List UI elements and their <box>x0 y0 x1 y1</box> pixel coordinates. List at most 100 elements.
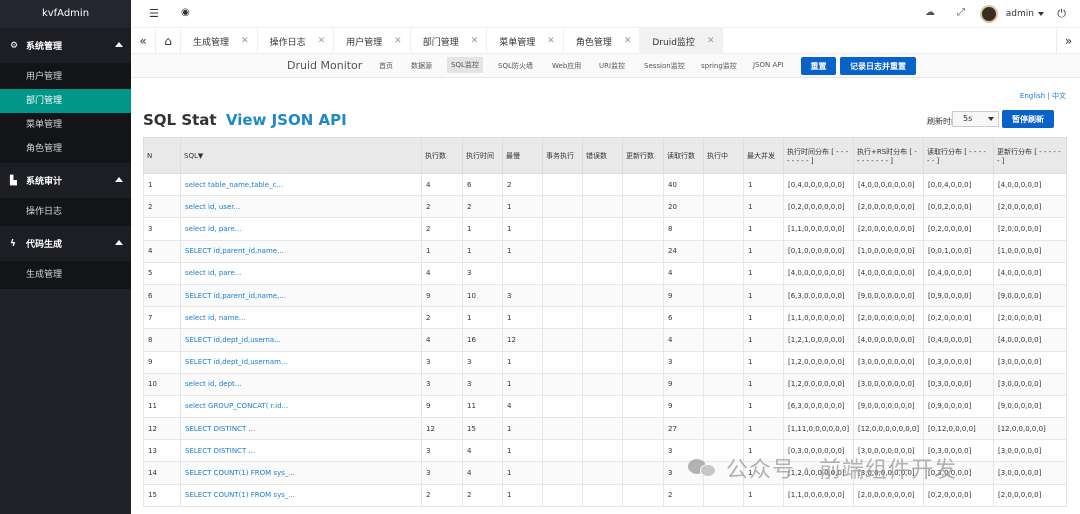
sql-link[interactable]: select id, pare... <box>180 261 422 285</box>
sidebar-item-operation-log[interactable]: 操作日志 <box>0 200 131 224</box>
tab-generate[interactable]: 生成管理 ✕ <box>181 28 258 54</box>
nav-group-codegen[interactable]: ϟ 代码生成 <box>0 226 131 261</box>
table-header-cell: 读取行分布 [ - - - - - - ] <box>923 137 994 174</box>
druid-nav-sql[interactable]: SQL监控 <box>447 57 483 73</box>
user-menu[interactable]: admin <box>979 5 1044 23</box>
sql-link[interactable]: select table_name,table_c... <box>180 172 422 197</box>
table-cell: 40 <box>663 172 704 197</box>
table-cell: 1 <box>743 372 784 396</box>
stop-refresh-button[interactable]: 暂停刷新 <box>1002 110 1054 128</box>
close-icon[interactable]: ✕ <box>707 36 715 46</box>
druid-nav-uri[interactable]: URI监控 <box>599 61 625 71</box>
nav-sub-audit: 操作日志 <box>0 198 131 226</box>
sidebar-item-generate[interactable]: 生成管理 <box>0 263 131 287</box>
sidebar-item-roles[interactable]: 角色管理 <box>0 137 131 161</box>
table-cell: [1,2,1,0,0,0,0,0] <box>783 328 854 352</box>
sql-link[interactable]: SELECT COUNT(1) FROM sys_... <box>180 483 422 507</box>
refresh-interval-select[interactable]: 5s <box>952 111 999 127</box>
table-header-cell[interactable]: SQL▼ <box>180 137 422 174</box>
table-cell: 13 <box>143 439 181 463</box>
druid-nav-datasource[interactable]: 数据源 <box>411 61 432 71</box>
table-cell <box>582 483 623 507</box>
table-cell: 1 <box>502 239 543 263</box>
tab-druid[interactable]: Druid监控 ✕ <box>640 28 724 54</box>
sql-link[interactable]: select id, name... <box>180 306 422 330</box>
nav-sub-system: 用户管理 部门管理 菜单管理 角色管理 <box>0 63 131 163</box>
tab-menus[interactable]: 菜单管理 ✕ <box>487 28 564 54</box>
sql-link[interactable]: select id, dept... <box>180 372 422 396</box>
sql-link[interactable]: SELECT DISTINCT ... <box>180 417 422 441</box>
power-icon[interactable]: ⏻ <box>1057 7 1066 21</box>
log-and-reset-button[interactable]: 记录日志并重置 <box>840 57 916 75</box>
sidebar-item-menus[interactable]: 菜单管理 <box>0 113 131 137</box>
table-cell: 3 <box>421 439 463 463</box>
sql-link[interactable]: SELECT COUNT(1) FROM sys_... <box>180 461 422 485</box>
table-cell <box>622 217 664 241</box>
table-row: 12 SELECT DISTINCT ... 12 15 1 27 1 [1,11,0,0,0… <box>143 417 1067 441</box>
table-cell: 2 <box>421 306 463 330</box>
druid-nav-spring[interactable]: spring监控 <box>701 61 737 71</box>
table-cell <box>542 483 583 507</box>
close-icon[interactable]: ✕ <box>318 36 326 46</box>
sql-link[interactable]: select id, pare... <box>180 217 422 241</box>
table-cell: 1 <box>502 461 543 485</box>
table-cell: 10 <box>143 372 181 396</box>
sql-link[interactable]: SELECT id,parent_id,name,... <box>180 283 422 308</box>
eye-icon[interactable]: ◉ <box>181 7 190 18</box>
table-cell: 1 <box>743 350 784 374</box>
druid-nav-firewall[interactable]: SQL防火墙 <box>498 61 533 71</box>
close-icon[interactable]: ✕ <box>394 36 402 46</box>
fullscreen-icon[interactable]: ⤢ <box>957 7 965 18</box>
sql-link[interactable]: SELECT id,dept_id,userna... <box>180 328 422 352</box>
table-cell: 9 <box>663 394 704 419</box>
table-cell: 3 <box>462 350 503 374</box>
druid-nav-home[interactable]: 首页 <box>379 61 393 71</box>
sql-link[interactable]: SELECT DISTINCT ... <box>180 439 422 463</box>
table-cell <box>542 283 583 308</box>
table-cell: [0,2,0,0,0,0,0,0] <box>783 195 854 219</box>
table-cell: [0,4,0,0,0,0,0,0] <box>783 172 854 197</box>
table-cell <box>542 350 583 374</box>
brand-logo[interactable]: kvfAdmin <box>0 0 131 28</box>
table-cell: 1 <box>743 217 784 241</box>
tab-users[interactable]: 用户管理 ✕ <box>334 28 411 54</box>
tabs-next-button[interactable]: » <box>1056 28 1080 54</box>
table-cell <box>582 195 623 219</box>
tabs-prev-button[interactable]: « <box>131 28 156 54</box>
skin-icon[interactable]: ☁ <box>925 7 935 18</box>
sql-link[interactable]: select GROUP_CONCAT( r.id... <box>180 394 422 419</box>
table-cell <box>622 461 664 485</box>
tab-operation-log[interactable]: 操作日志 ✕ <box>258 28 335 54</box>
druid-title[interactable]: Druid Monitor <box>287 59 362 72</box>
nav-group-audit[interactable]: ▙ 系统审计 <box>0 163 131 198</box>
table-cell: 4 <box>663 328 704 352</box>
language-switch[interactable]: English | 中文 <box>1020 91 1066 101</box>
druid-nav-web[interactable]: Web应用 <box>552 61 581 71</box>
close-icon[interactable]: ✕ <box>547 36 555 46</box>
table-cell <box>582 461 623 485</box>
table-row: 6 SELECT id,parent_id,name,... 9 10 3 9 1 [6,3,… <box>143 283 1067 308</box>
sql-link[interactable]: SELECT id,parent_id,name... <box>180 239 422 263</box>
tab-departments[interactable]: 部门管理 ✕ <box>411 28 488 54</box>
close-icon[interactable]: ✕ <box>471 36 479 46</box>
druid-nav-session[interactable]: Session监控 <box>644 61 685 71</box>
sql-link[interactable]: SELECT id,dept_id,usernam... <box>180 350 422 374</box>
sql-link[interactable]: select id, user... <box>180 195 422 219</box>
close-icon[interactable]: ✕ <box>241 36 249 46</box>
nav-group-system[interactable]: ⚙ 系统管理 <box>0 28 131 63</box>
table-cell: 1 <box>462 306 503 330</box>
sidebar-item-users[interactable]: 用户管理 <box>0 65 131 89</box>
tab-roles[interactable]: 角色管理 ✕ <box>564 28 641 54</box>
table-cell: [0,4,0,0,0,0] <box>923 328 994 352</box>
menu-toggle-icon[interactable]: ☰ <box>149 7 159 20</box>
close-icon[interactable]: ✕ <box>624 36 632 46</box>
home-icon[interactable]: ⌂ <box>156 28 181 54</box>
druid-nav-json[interactable]: JSON API <box>753 61 784 69</box>
table-cell: 12 <box>143 417 181 441</box>
table-cell: 1 <box>743 394 784 419</box>
reset-button[interactable]: 重置 <box>801 57 836 75</box>
table-cell <box>542 372 583 396</box>
view-json-api-link[interactable]: View JSON API <box>226 111 347 129</box>
sidebar-item-departments[interactable]: 部门管理 <box>0 89 131 113</box>
table-row: 1 select table_name,table_c... 4 6 2 40 1 [0,4,… <box>143 172 1067 197</box>
